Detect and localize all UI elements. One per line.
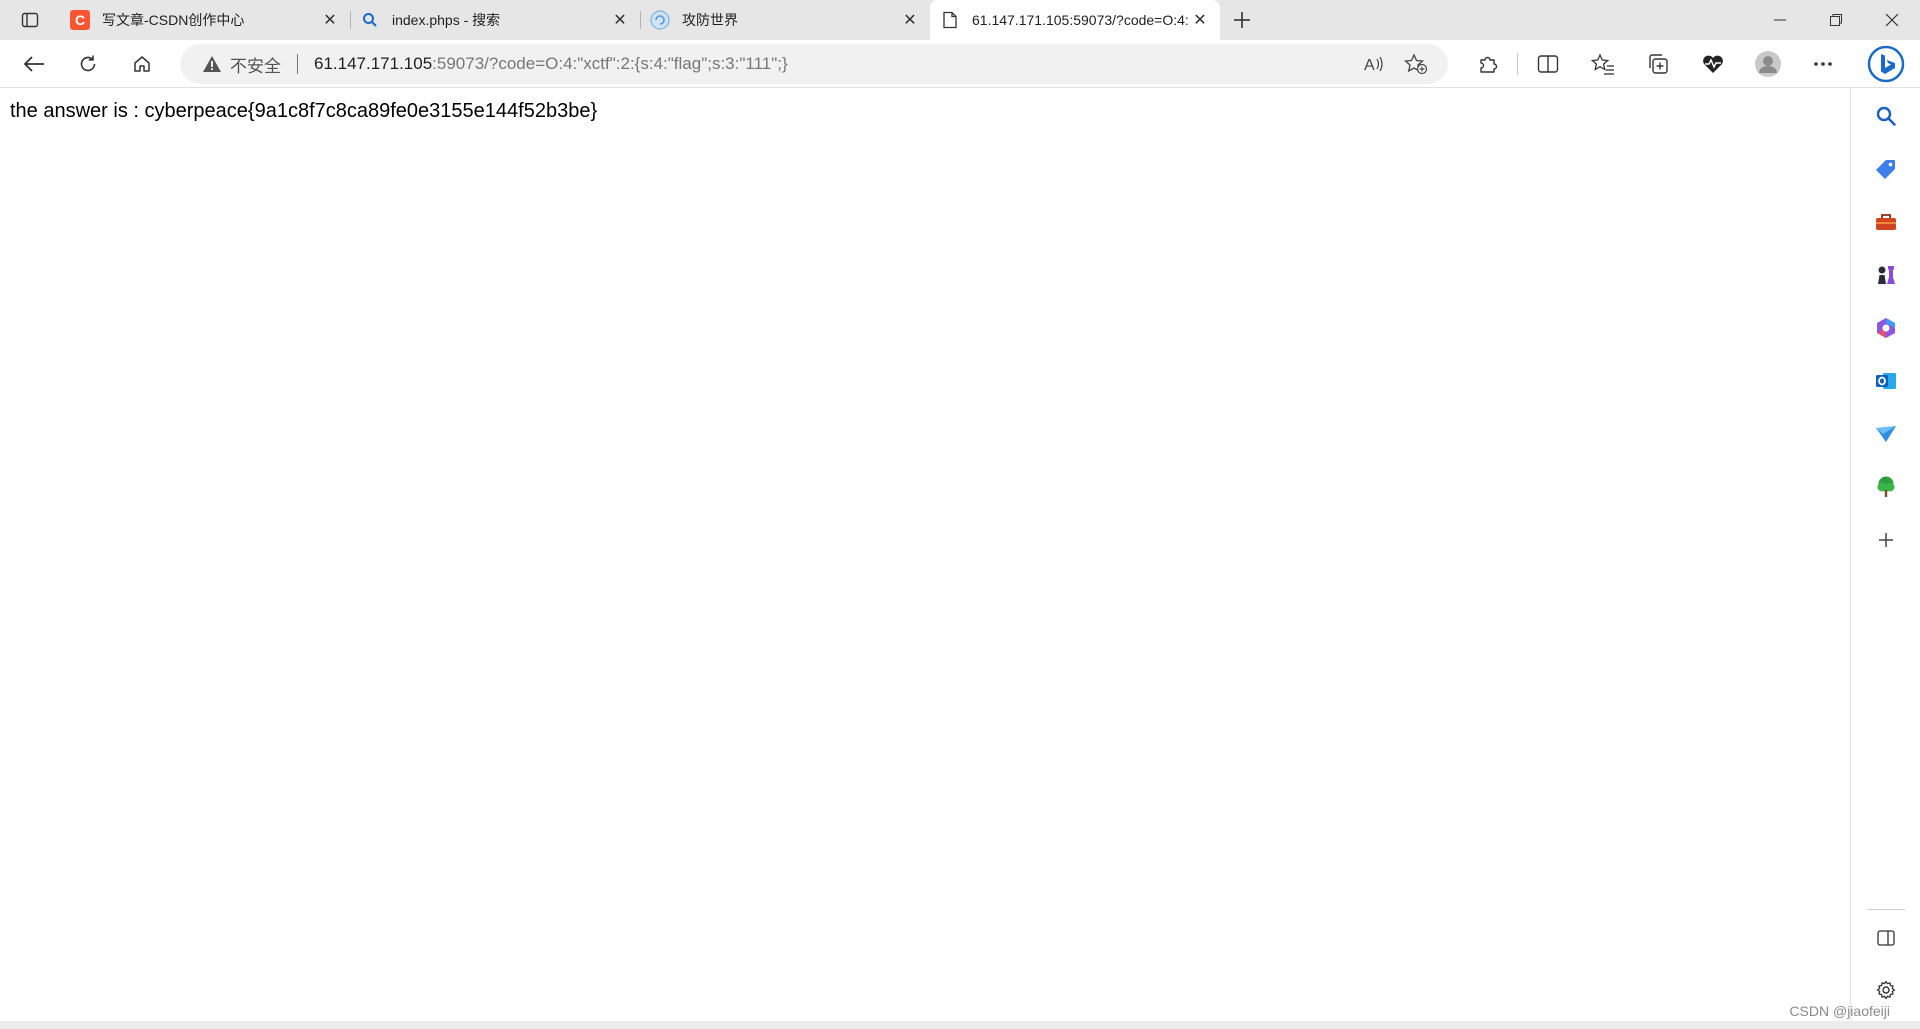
sidebar-search-button[interactable]: [1868, 98, 1904, 134]
address-bar[interactable]: 不安全 61.147.171.105:59073/?code=O:4:"xctf…: [180, 44, 1448, 84]
split-screen-icon: [1537, 55, 1558, 73]
restore-button[interactable]: [1808, 0, 1864, 40]
favorites-button[interactable]: [1575, 40, 1630, 88]
toolbox-icon: [1876, 214, 1896, 230]
shopping-tag-icon: [1876, 160, 1895, 179]
bing-copilot-button[interactable]: [1858, 40, 1913, 88]
security-label: 不安全: [230, 56, 281, 76]
tab-close-icon[interactable]: ✕: [1190, 10, 1210, 30]
tab-actions-icon: [21, 12, 39, 28]
search-icon: [1876, 106, 1896, 126]
browser-essentials-button[interactable]: [1685, 40, 1740, 88]
star-add-icon: [1404, 53, 1428, 75]
profile-button[interactable]: [1740, 40, 1795, 88]
settings-more-button[interactable]: [1795, 40, 1850, 88]
sidebar-drop-button[interactable]: [1868, 416, 1904, 452]
plus-icon: [1234, 12, 1250, 28]
read-aloud-button[interactable]: A: [1358, 48, 1390, 80]
outlook-icon: [1876, 373, 1896, 389]
more-dots-icon: [1813, 62, 1832, 66]
edge-sidebar: [1850, 88, 1920, 1021]
close-window-button[interactable]: [1864, 0, 1920, 40]
sidebar-hide-button[interactable]: [1868, 920, 1904, 956]
new-tab-button[interactable]: [1220, 0, 1264, 40]
back-button[interactable]: [10, 40, 58, 88]
bing-icon: [1867, 45, 1904, 83]
split-screen-button[interactable]: [1520, 40, 1575, 88]
paper-plane-icon: [1876, 426, 1896, 442]
sidebar-shopping-button[interactable]: [1868, 151, 1904, 187]
close-icon: [1885, 13, 1899, 27]
plus-icon: [1879, 533, 1893, 547]
collections-button[interactable]: [1630, 40, 1685, 88]
sidebar-tree-button[interactable]: [1868, 469, 1904, 505]
minimize-icon: [1774, 19, 1786, 21]
home-icon: [134, 55, 150, 72]
read-aloud-icon: A: [1364, 56, 1383, 74]
sidebar-outlook-button[interactable]: [1868, 363, 1904, 399]
watermark-text: CSDN @jiaofeiji: [1789, 1003, 1890, 1019]
chess-pieces-icon: [1878, 266, 1895, 284]
tab-title: 61.147.171.105:59073/?code=O:4:: [972, 12, 1189, 28]
search-icon: [360, 10, 380, 30]
tab-csdn[interactable]: C 写文章-CSDN创作中心 ✕: [60, 2, 351, 38]
warning-triangle-icon: [203, 56, 221, 72]
svg-text:A: A: [1364, 57, 1375, 74]
sidebar-add-button[interactable]: [1868, 522, 1904, 558]
refresh-button[interactable]: [64, 40, 112, 88]
extensions-button[interactable]: [1460, 40, 1515, 88]
avatar-icon: [1754, 51, 1781, 77]
home-button[interactable]: [118, 40, 166, 88]
tab-active-page[interactable]: 61.147.171.105:59073/?code=O:4: ✕: [930, 0, 1220, 40]
collections-icon: [1648, 54, 1668, 74]
puzzle-icon: [1479, 56, 1497, 73]
page-icon: [940, 10, 960, 30]
tab-title: index.phps - 搜索: [392, 12, 501, 28]
window-controls: [1752, 0, 1920, 40]
url-host: 61.147.171.105: [314, 54, 433, 73]
not-secure-indicator[interactable]: 不安全: [202, 52, 281, 77]
favorites-star-list-icon: [1590, 53, 1614, 75]
bottom-edge: [0, 1021, 1920, 1029]
browser-toolbar: 不安全 61.147.171.105:59073/?code=O:4:"xctf…: [0, 40, 1920, 88]
tab-adworld[interactable]: 攻防世界 ✕: [640, 2, 930, 38]
back-arrow-icon: [23, 55, 44, 72]
tab-search[interactable]: index.phps - 搜索 ✕: [350, 2, 641, 38]
sidebar-tools-button[interactable]: [1868, 204, 1904, 240]
tab-close-icon[interactable]: ✕: [610, 10, 630, 30]
gear-icon: [1876, 980, 1896, 1000]
tab-close-icon[interactable]: ✕: [900, 10, 920, 30]
heart-pulse-icon: [1702, 55, 1723, 73]
tab-actions-button[interactable]: [0, 0, 60, 40]
sidebar-panel-icon: [1877, 930, 1895, 946]
minimize-button[interactable]: [1752, 0, 1808, 40]
refresh-icon: [80, 55, 96, 71]
tree-icon: [1877, 476, 1895, 497]
tab-close-icon[interactable]: ✕: [320, 10, 340, 30]
sidebar-microsoft365-button[interactable]: [1868, 310, 1904, 346]
page-content: the answer is : cyberpeace{9a1c8f7c8ca89…: [0, 88, 1850, 1021]
browser-window: C 写文章-CSDN创作中心 ✕ index.phps - 搜索 ✕ 攻防世界 …: [0, 0, 1920, 1029]
answer-text: the answer is : cyberpeace{9a1c8f7c8ca89…: [10, 100, 598, 122]
microsoft365-icon: [1877, 318, 1895, 338]
tab-title: 写文章-CSDN创作中心: [102, 12, 245, 28]
tab-strip: C 写文章-CSDN创作中心 ✕ index.phps - 搜索 ✕ 攻防世界 …: [0, 0, 1920, 40]
url-path: :59073/?code=O:4:"xctf":2:{s:4:"flag";s:…: [432, 54, 788, 73]
csdn-icon: C: [70, 10, 90, 30]
adworld-icon: [650, 10, 670, 30]
svg-text:C: C: [75, 12, 85, 28]
tab-title: 攻防世界: [682, 12, 738, 28]
add-favorite-button[interactable]: [1400, 48, 1432, 80]
sidebar-games-button[interactable]: [1868, 257, 1904, 293]
restore-icon: [1830, 14, 1842, 26]
